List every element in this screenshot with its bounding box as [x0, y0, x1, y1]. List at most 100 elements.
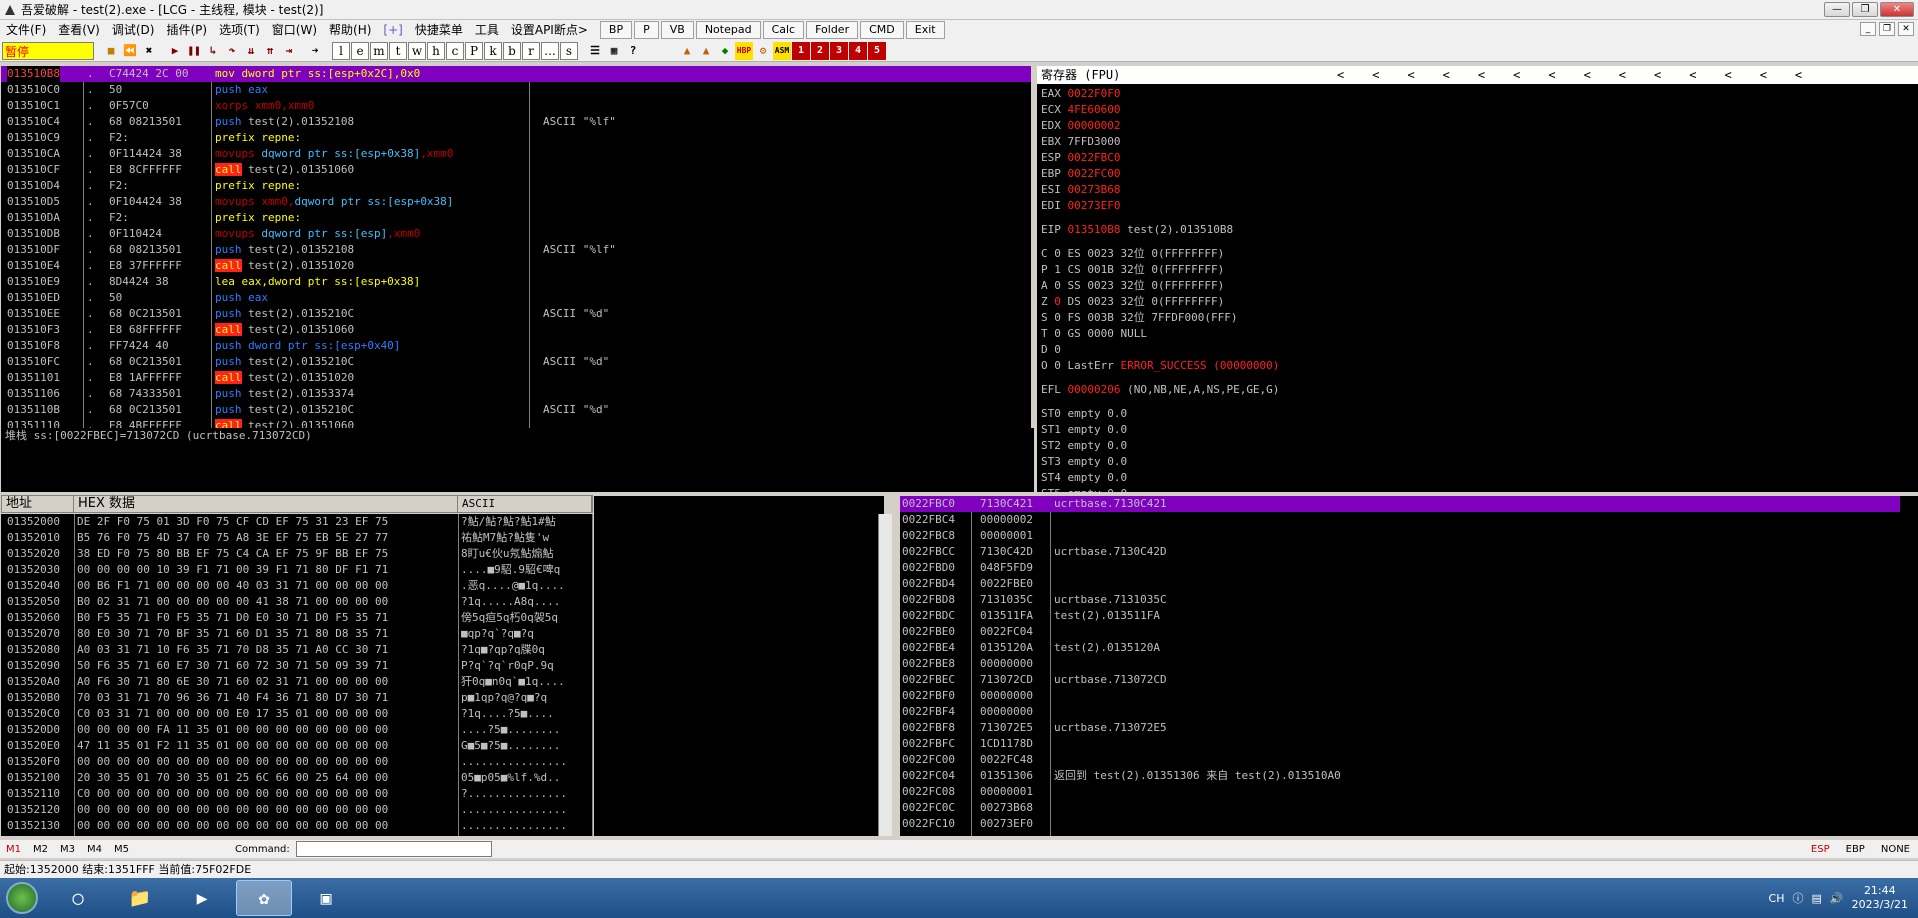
- register-row[interactable]: ESP 0022FBC0: [1041, 150, 1120, 166]
- dump-row[interactable]: 013520C0 C0 03 31 71 00 00 00 00 E0 17 35…: [1, 706, 593, 722]
- close-icon[interactable]: ✕: [1880, 2, 1914, 17]
- cpu-button[interactable]: c: [446, 41, 464, 60]
- network-icon[interactable]: ▤: [1811, 892, 1821, 905]
- start-button[interactable]: [0, 878, 44, 918]
- dump-row[interactable]: 01352050 B0 02 31 71 00 00 00 00 00 41 38…: [1, 594, 593, 610]
- dump-row[interactable]: 01352030 00 00 00 00 10 39 F1 71 00 39 F1…: [1, 562, 593, 578]
- help-icon[interactable]: ?: [624, 42, 642, 60]
- close-process-icon[interactable]: ✖: [140, 42, 158, 60]
- disasm-row[interactable]: 013510CA. 0F114424 38 movups dqword ptr ss…: [1, 146, 1031, 162]
- help-tray-icon[interactable]: ⓘ: [1792, 890, 1803, 906]
- dump-row[interactable]: 01352010 B5 76 F0 75 4D 37 F0 75 A8 3E EF…: [1, 530, 593, 546]
- call-stack-button[interactable]: k: [484, 41, 502, 60]
- threads-button[interactable]: t: [389, 41, 407, 60]
- stack-row[interactable]: 0022FBF0 00000000: [900, 688, 1900, 704]
- menu-file[interactable]: 文件(F): [0, 21, 52, 39]
- tool-vb-button[interactable]: VB: [660, 21, 694, 39]
- menu-plus[interactable]: [+]: [377, 21, 408, 39]
- minimize-icon[interactable]: —: [1824, 2, 1850, 17]
- disasm-row[interactable]: 013510CF. E8 8CFFFFFF call test(2).0135106…: [1, 162, 1031, 178]
- plugin-1-icon[interactable]: ▲: [678, 42, 696, 60]
- dump-row[interactable]: 01352040 00 B6 F1 71 00 00 00 00 40 03 31…: [1, 578, 593, 594]
- marker-4-button[interactable]: 4: [849, 41, 867, 60]
- disasm-row[interactable]: 013510DB. 0F110424 movups dqword ptr ss:[e…: [1, 226, 1031, 242]
- disasm-row[interactable]: 013510F3. E8 68FFFFFF call test(2).0135106…: [1, 322, 1031, 338]
- dump-col-address[interactable]: 地址: [2, 495, 74, 513]
- disassembly-pane[interactable]: 013510B8. C74424 2C 00 mov dword ptr ss:[e…: [1, 66, 1031, 428]
- tool-bp-button[interactable]: BP: [599, 21, 633, 39]
- tool-exit-button[interactable]: Exit: [905, 21, 945, 39]
- disasm-row[interactable]: 013510ED. 50 push eax: [1, 290, 1031, 306]
- step-into-icon[interactable]: ↳: [204, 42, 222, 60]
- dump-row[interactable]: 01352020 38 ED F0 75 80 BB EF 75 C4 CA EF…: [1, 546, 593, 562]
- disasm-row[interactable]: 01351101. E8 1AFFFFFF call test(2).0135102…: [1, 370, 1031, 386]
- stack-row[interactable]: 0022FBD0 048F5FD9: [900, 560, 1900, 576]
- flag-row[interactable]: A 0 SS 0023 32位 0(FFFFFFFF): [1041, 278, 1224, 294]
- dump-row[interactable]: 01352000 DE 2F F0 75 01 3D F0 75 CF CD EF…: [1, 514, 593, 530]
- dump-row[interactable]: 013520B0 70 03 31 71 70 96 36 71 40 F4 36…: [1, 690, 593, 706]
- open-icon[interactable]: ■: [102, 42, 120, 60]
- disasm-row[interactable]: 013510C9. F2: prefix repne:: [1, 130, 1031, 146]
- menu-window[interactable]: 窗口(W): [266, 21, 323, 39]
- menu-plugins[interactable]: 插件(P): [160, 21, 213, 39]
- stack-row[interactable]: 0022FBE8 00000000: [900, 656, 1900, 672]
- dump-row[interactable]: 01352090 50 F6 35 71 60 E7 30 71 60 72 30…: [1, 658, 593, 674]
- menu-api-breakpoint[interactable]: 设置API断点>: [505, 21, 594, 39]
- list-icon[interactable]: ☰: [586, 42, 604, 60]
- stack-row[interactable]: 0022FBDC 013511FA test(2).013511FA: [900, 608, 1900, 624]
- register-row[interactable]: EBP 0022FC00: [1041, 166, 1120, 182]
- fpu-row[interactable]: ST1 empty 0.0: [1041, 422, 1127, 438]
- disasm-row[interactable]: 013510FC. 68 0C213501 push test(2).0135210…: [1, 354, 1031, 370]
- command-input[interactable]: [295, 841, 492, 857]
- stack-row[interactable]: 0022FBE4 0135120A test(2).0135120A: [900, 640, 1900, 656]
- rewind-icon[interactable]: ⏪: [121, 42, 139, 60]
- fpu-row[interactable]: ST2 empty 0.0: [1041, 438, 1127, 454]
- reg-ebp-label[interactable]: EBP: [1838, 844, 1873, 855]
- options-icon[interactable]: ▦: [605, 42, 623, 60]
- dump-row[interactable]: 013520D0 00 00 00 00 FA 11 35 01 00 00 00…: [1, 722, 593, 738]
- stack-row[interactable]: 0022FBEC 713072CD ucrtbase.713072CD: [900, 672, 1900, 688]
- menu-shortcut[interactable]: 快捷菜单: [409, 21, 469, 39]
- asm-icon[interactable]: ASM: [773, 41, 791, 60]
- plugin-5-icon[interactable]: ⚙: [754, 42, 772, 60]
- explorer-icon[interactable]: 📁: [112, 880, 168, 916]
- stack-row[interactable]: 0022FBF8 713072E5 ucrtbase.713072E5: [900, 720, 1900, 736]
- disasm-row[interactable]: 01351110. E8 4BFFFFFF call test(2).0135106…: [1, 418, 1031, 428]
- dump-row[interactable]: 01352120 00 00 00 00 00 00 00 00 00 00 00…: [1, 802, 593, 818]
- debugger-icon[interactable]: ✿: [236, 880, 292, 916]
- dump-row[interactable]: 01352110 C0 00 00 00 00 00 00 00 00 00 00…: [1, 786, 593, 802]
- disasm-row[interactable]: 013510D4. F2: prefix repne:: [1, 178, 1031, 194]
- memory-dump-pane[interactable]: 01352000 DE 2F F0 75 01 3D F0 75 CF CD EF…: [1, 514, 593, 836]
- register-row[interactable]: EAX 0022F0F0: [1041, 86, 1120, 102]
- run-trace-button[interactable]: ...: [541, 41, 559, 60]
- disasm-row[interactable]: 013510C4. 68 08213501 push test(2).0135210…: [1, 114, 1031, 130]
- trace-over-icon[interactable]: ⇈: [261, 42, 279, 60]
- menu-debug[interactable]: 调试(D): [106, 21, 161, 39]
- marker-1-button[interactable]: 1: [792, 41, 810, 60]
- fpu-row[interactable]: ST5 empty 0.0: [1041, 486, 1127, 492]
- dump-row[interactable]: 013520F0 00 00 00 00 00 00 00 00 00 00 00…: [1, 754, 593, 770]
- pause-icon[interactable]: ❚❚: [185, 42, 203, 60]
- stack-pane[interactable]: 0022FBC0 7130C421 ucrtbase.7130C421 0022FBC…: [900, 496, 1918, 836]
- lasterr-row[interactable]: O 0 LastErr ERROR_SUCCESS (00000000): [1041, 358, 1279, 374]
- mdi-restore-icon[interactable]: ❐: [1879, 22, 1895, 36]
- marker-m2[interactable]: M2: [27, 844, 54, 855]
- register-row[interactable]: EDX 00000002: [1041, 118, 1120, 134]
- stack-row[interactable]: 0022FBC8 00000001: [900, 528, 1900, 544]
- log-window-button[interactable]: l: [332, 41, 350, 60]
- marker-m1[interactable]: M1: [0, 844, 27, 855]
- step-over-icon[interactable]: ↷: [223, 42, 241, 60]
- mdi-close-icon[interactable]: ✕: [1898, 22, 1914, 36]
- breakpoints-button[interactable]: b: [503, 41, 521, 60]
- marker-m5[interactable]: M5: [108, 844, 135, 855]
- marker-m3[interactable]: M3: [54, 844, 81, 855]
- goto-icon[interactable]: ➜: [306, 42, 324, 60]
- flag-row[interactable]: T 0 GS 0000 NULL: [1041, 326, 1147, 342]
- stack-row[interactable]: 0022FC08 00000001: [900, 784, 1900, 800]
- run-icon[interactable]: ▶: [166, 42, 184, 60]
- dump-row[interactable]: 013520A0 A0 F6 30 71 80 6E 30 71 60 02 31…: [1, 674, 593, 690]
- reg-esp-label[interactable]: ESP: [1803, 844, 1838, 855]
- disasm-row[interactable]: 013510EE. 68 0C213501 push test(2).0135210…: [1, 306, 1031, 322]
- disasm-row[interactable]: 013510B8. C74424 2C 00 mov dword ptr ss:[e…: [1, 66, 1031, 82]
- stack-row[interactable]: 0022FC04 01351306 返回到 test(2).01351306 来自 …: [900, 768, 1900, 784]
